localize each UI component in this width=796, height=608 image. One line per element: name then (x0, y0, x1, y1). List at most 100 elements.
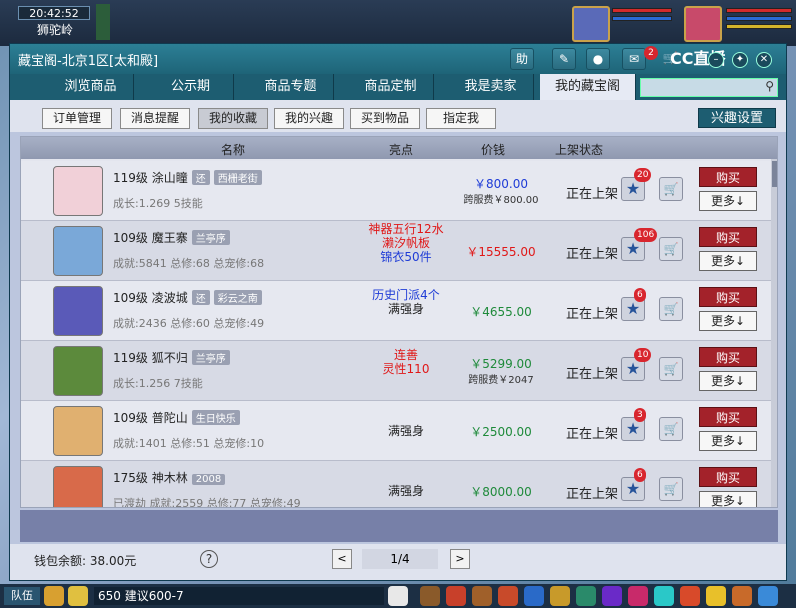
settings-icon[interactable]: ✦ (732, 52, 748, 68)
listing-status: 正在上架 (566, 247, 619, 262)
item-row[interactable]: 109级 凌波城还彩云之南 成就:2436 总修:60 总宠修:49 历史门派4… (21, 281, 771, 341)
character-avatar[interactable] (53, 166, 103, 216)
minimap-icon[interactable] (96, 4, 110, 40)
player-mp-bar (726, 16, 792, 21)
trade-icon[interactable] (498, 586, 518, 606)
tab-browse[interactable]: 浏览商品 (48, 74, 134, 100)
item-name[interactable]: 涂山瞳 (152, 171, 188, 185)
item-name[interactable]: 普陀山 (152, 411, 188, 425)
buy-button[interactable]: 购买 (699, 167, 757, 187)
tab-my-pavilion[interactable]: 我的藏宝阁 (540, 74, 636, 100)
more-button[interactable]: 更多↓ (699, 371, 757, 391)
pet-menu-icon[interactable] (550, 586, 570, 606)
more-button[interactable]: 更多↓ (699, 251, 757, 271)
main-tabs: 浏览商品 公示期 商品专题 商品定制 我是卖家 我的藏宝阁 ⚲ (10, 74, 786, 100)
add-to-cart-icon[interactable]: 🛒 (659, 177, 683, 201)
next-page-button[interactable]: > (450, 549, 470, 569)
menu-icon[interactable] (758, 586, 778, 606)
item-row[interactable]: 175级 神木林 2008 已渡劫 成就:2559 总修:77 总宠修:49 满强… (21, 461, 771, 507)
add-to-cart-icon[interactable]: 🛒 (659, 477, 683, 501)
more-button[interactable]: 更多↓ (699, 191, 757, 211)
tab-public-period[interactable]: 公示期 (148, 74, 234, 100)
item-level: 119级 (113, 171, 148, 185)
item-row[interactable]: 119级 狐不归 兰亭序 成长:1.256 7技能 连善 灵性110 ￥5299.0… (21, 341, 771, 401)
favorite-count-badge: 20 (634, 168, 652, 182)
pet-portrait[interactable] (572, 6, 610, 42)
minimize-icon[interactable]: – (708, 52, 724, 68)
gang-icon[interactable] (602, 586, 622, 606)
add-to-cart-icon[interactable]: 🛒 (659, 237, 683, 261)
item-row[interactable]: 119级 涂山瞳还西栅老街 成长:1.269 5技能 ￥800.00 跨服费￥8… (21, 161, 771, 221)
chat-input[interactable]: 650 建议600-7 (94, 587, 384, 605)
search-input[interactable]: ⚲ (640, 78, 778, 97)
item-name[interactable]: 狐不归 (152, 351, 188, 365)
tab-seller[interactable]: 我是卖家 (448, 74, 534, 100)
subtab-orders[interactable]: 订单管理 (42, 108, 112, 129)
friends-icon[interactable] (628, 586, 648, 606)
close-icon[interactable]: ✕ (756, 52, 772, 68)
column-name: 名称 (221, 143, 246, 157)
add-to-cart-icon[interactable]: 🛒 (659, 417, 683, 441)
more-button[interactable]: 更多↓ (699, 491, 757, 507)
gift-icon[interactable] (732, 586, 752, 606)
item-stats: 成就:2436 总修:60 总宠修:49 (113, 317, 265, 330)
pet-icon[interactable] (388, 586, 408, 606)
tab-customization[interactable]: 商品定制 (348, 74, 434, 100)
item-level: 109级 (113, 291, 148, 305)
character-avatar[interactable] (53, 406, 103, 456)
edit-icon[interactable]: ✎ (552, 48, 576, 70)
player-portrait[interactable] (684, 6, 722, 42)
item-title: 109级 魔王寨 兰亭序 (113, 229, 230, 246)
buy-button[interactable]: 购买 (699, 227, 757, 247)
system-icon[interactable] (654, 586, 674, 606)
item-row[interactable]: 109级 普陀山 生日快乐 成就:1401 总修:51 总宠修:10 满强身 ￥2… (21, 401, 771, 461)
list-scrollbar[interactable] (771, 159, 777, 507)
column-highlight: 亮点 (389, 143, 414, 157)
search-icon[interactable]: ⚲ (765, 79, 774, 93)
more-button[interactable]: 更多↓ (699, 311, 757, 331)
item-row[interactable]: 109级 魔王寨 兰亭序 成就:5841 总修:68 总宠修:68 神器五行12水… (21, 221, 771, 281)
buy-button[interactable]: 购买 (699, 467, 757, 487)
window-titlebar[interactable]: 藏宝阁-北京1区[太和殿] 助 ✎ ● ✉ 2 🛒 CC直播 – ✦ ✕ (10, 44, 786, 74)
item-name[interactable]: 神木林 (152, 471, 188, 485)
quest-icon[interactable] (576, 586, 596, 606)
character-avatar[interactable] (53, 466, 103, 507)
interest-settings-button[interactable]: 兴趣设置 (698, 108, 776, 128)
give-icon[interactable] (472, 586, 492, 606)
tab-topics[interactable]: 商品专题 (248, 74, 334, 100)
team-channel-button[interactable]: 队伍 (4, 587, 40, 605)
game-hud-top: 20:42:52 狮驼岭 (0, 0, 796, 46)
team-icon[interactable] (524, 586, 544, 606)
attack-icon[interactable] (420, 586, 440, 606)
character-avatar[interactable] (53, 346, 103, 396)
emote-icon[interactable] (68, 586, 88, 606)
subtab-interests[interactable]: 我的兴趣 (274, 108, 344, 129)
listing-status: 正在上架 (566, 487, 619, 502)
prev-page-button[interactable]: < (332, 549, 352, 569)
buy-button[interactable]: 购买 (699, 347, 757, 367)
activity-icon[interactable] (680, 586, 700, 606)
items-icon[interactable] (446, 586, 466, 606)
message-icon[interactable]: ✉ (622, 48, 646, 70)
voice-icon[interactable] (44, 586, 64, 606)
subtab-favorites[interactable]: 我的收藏 (198, 108, 268, 129)
help-icon[interactable]: ? (200, 550, 218, 568)
more-button[interactable]: 更多↓ (699, 431, 757, 451)
character-avatar[interactable] (53, 286, 103, 336)
subtab-alerts[interactable]: 消息提醒 (120, 108, 190, 129)
buy-button[interactable]: 购买 (699, 407, 757, 427)
record-icon[interactable]: ● (586, 48, 610, 70)
help-button[interactable]: 助 (510, 48, 534, 70)
buy-button[interactable]: 购买 (699, 287, 757, 307)
scrollbar-thumb[interactable] (772, 161, 777, 187)
item-name[interactable]: 凌波城 (152, 291, 188, 305)
character-avatar[interactable] (53, 226, 103, 276)
subtab-purchased[interactable]: 买到物品 (350, 108, 420, 129)
mall-icon[interactable] (706, 586, 726, 606)
wallet-balance: 钱包余额: 38.00元 (34, 554, 137, 568)
add-to-cart-icon[interactable]: 🛒 (659, 297, 683, 321)
item-name[interactable]: 魔王寨 (152, 231, 188, 245)
subtab-assigned[interactable]: 指定我 (426, 108, 496, 129)
add-to-cart-icon[interactable]: 🛒 (659, 357, 683, 381)
server-tag: 兰亭序 (191, 350, 230, 365)
